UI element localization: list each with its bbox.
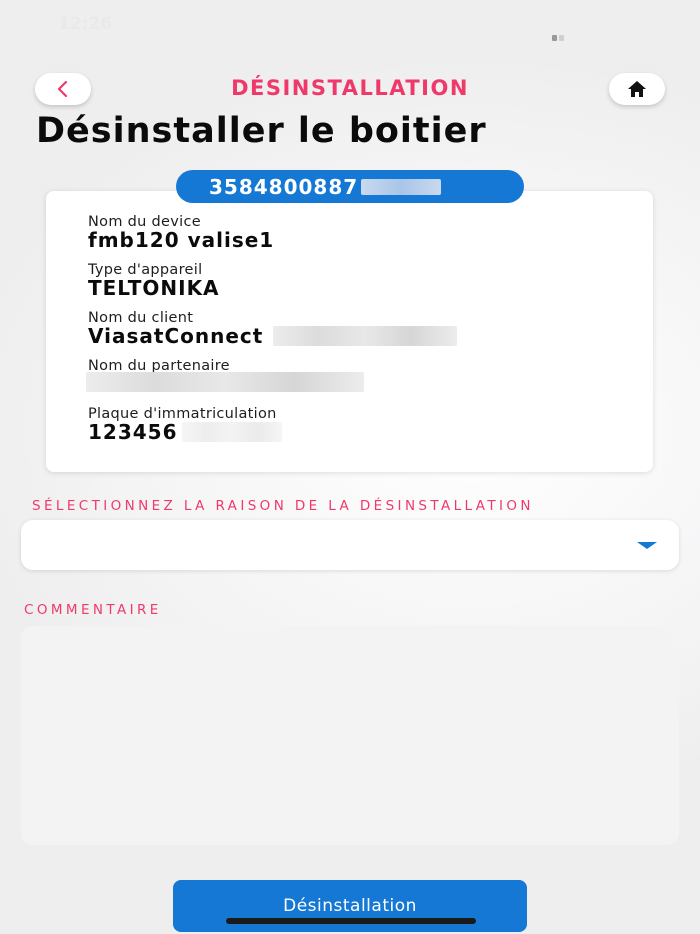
page-title: Désinstaller le boitier	[36, 111, 487, 151]
redacted-block	[273, 326, 458, 346]
comment-textarea[interactable]	[21, 626, 679, 845]
reason-label: SÉLECTIONNEZ LA RAISON DE LA DÉSINSTALLA…	[32, 498, 534, 514]
field-value-row	[86, 372, 364, 392]
status-time: 12:26	[58, 14, 113, 34]
field-value: fmb120 valise1	[88, 228, 275, 252]
battery-icon	[596, 16, 656, 34]
field-device-type: Type d'appareil TELTONIKA	[88, 262, 220, 300]
field-partner-name: Nom du partenaire	[86, 358, 364, 392]
field-device-name: Nom du device fmb120 valise1	[88, 214, 274, 252]
uninstall-button[interactable]: Désinstallation	[173, 880, 527, 932]
imei-value: 3584800887	[209, 174, 359, 199]
dropdown-arrow-icon	[637, 542, 657, 549]
redacted-block	[361, 178, 442, 195]
home-icon	[628, 81, 646, 97]
status-bar: 12:26	[0, 0, 700, 48]
field-client-name: Nom du client ViasatConnect	[88, 310, 458, 348]
home-indicator	[226, 918, 476, 924]
reason-select[interactable]	[21, 520, 679, 570]
field-value-row: ViasatConnect	[88, 324, 458, 348]
imei-badge: 3584800887	[176, 170, 524, 203]
home-button[interactable]	[609, 73, 665, 105]
header-title: DÉSINSTALLATION	[231, 76, 469, 100]
field-value: ViasatConnect	[88, 324, 264, 348]
redacted-block	[86, 372, 364, 392]
field-value: TELTONIKA	[88, 276, 220, 300]
signal-icon	[552, 26, 566, 41]
field-license-plate: Plaque d'immatriculation 123456	[88, 406, 282, 444]
field-value-row: 123456	[88, 420, 282, 444]
field-value: 123456	[88, 420, 178, 444]
comment-label: COMMENTAIRE	[24, 602, 162, 618]
redacted-block	[181, 422, 282, 442]
